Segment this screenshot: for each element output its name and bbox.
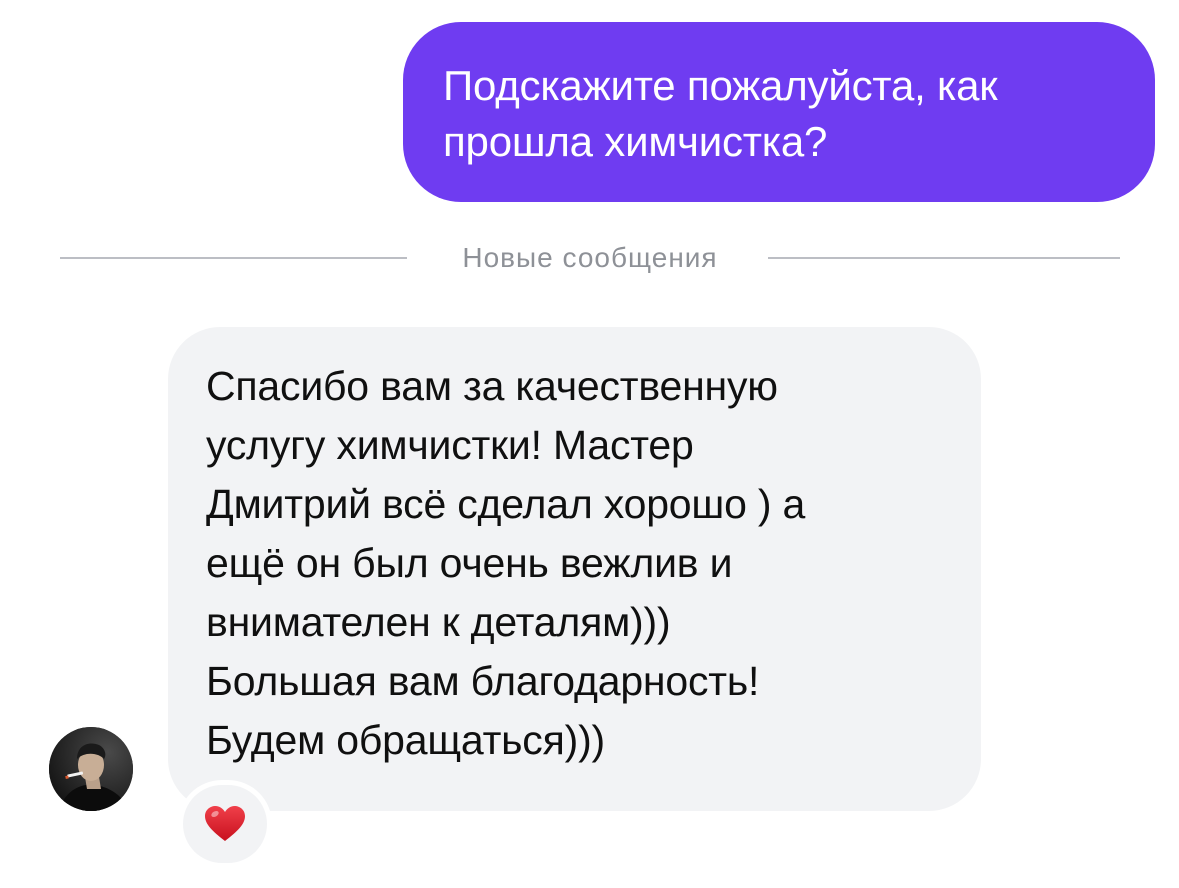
- incoming-message-line: Будем обращаться))): [206, 717, 605, 763]
- incoming-message-line: Большая вам благодарность!: [206, 658, 760, 704]
- incoming-message-line: внимателен к деталям))): [206, 599, 671, 645]
- outgoing-message-line: прошла химчистка?: [443, 118, 828, 165]
- new-messages-label: Новые сообщения: [462, 242, 718, 273]
- incoming-message-line: Спасибо вам за качественную: [206, 363, 778, 409]
- red-heart-icon: [205, 806, 245, 841]
- incoming-message-line: ещё он был очень вежлив и: [206, 540, 733, 586]
- reaction-badge[interactable]: [183, 785, 267, 863]
- incoming-message-bubble[interactable]: Спасибо вам за качественную услугу химчи…: [168, 327, 981, 811]
- new-messages-divider: Новые сообщения: [60, 238, 1120, 278]
- incoming-message-line: услугу химчистки! Мастер: [206, 422, 694, 468]
- user-avatar-icon: [49, 727, 133, 811]
- outgoing-message-line: Подскажите пожалуйста, как: [443, 62, 998, 109]
- sender-avatar[interactable]: [49, 727, 133, 811]
- divider-rule-right: [768, 257, 1120, 259]
- divider-rule-left: [60, 257, 407, 259]
- outgoing-message-bubble[interactable]: Подскажите пожалуйста, как прошла химчис…: [403, 22, 1155, 202]
- incoming-message-line: Дмитрий всё сделал хорошо ) а: [206, 481, 806, 527]
